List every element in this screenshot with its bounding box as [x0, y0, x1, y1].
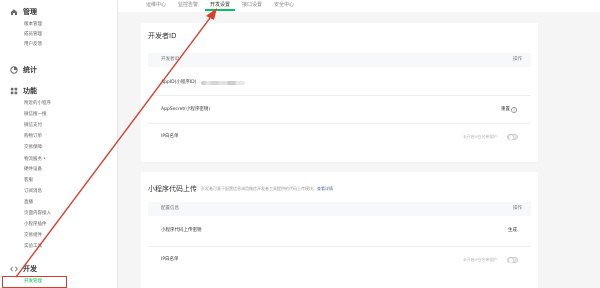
- sidebar-item-search[interactable]: 微信搜一搜: [24, 110, 104, 120]
- sidebar-item-orders[interactable]: 购物订单: [24, 132, 104, 142]
- sidebar-item-pay[interactable]: 微信支付: [24, 121, 104, 131]
- sidebar-item-content[interactable]: 页面内容接入: [24, 209, 104, 219]
- code-icon: [10, 265, 18, 273]
- ip-whitelist-status: 未开启IP白名单保护: [463, 257, 497, 262]
- ip-whitelist-status: 未开启IP白名单保护: [463, 134, 497, 139]
- home-icon: [10, 8, 18, 16]
- developer-id-card: 开发者ID 开发者ID 操作 AppID(小程序ID) AppSecret(小程…: [141, 23, 538, 162]
- sidebar-item-lab[interactable]: 实验工具: [24, 242, 104, 252]
- help-icon[interactable]: ?: [511, 107, 517, 113]
- column-header-right: 操作: [513, 206, 522, 211]
- row-divider: [148, 246, 531, 247]
- tab-ops[interactable]: 运维中心: [146, 0, 166, 12]
- nav-group-manage[interactable]: 管理: [10, 6, 37, 18]
- nav-group-title: 管理: [23, 8, 37, 16]
- toggle-knob: [508, 258, 514, 263]
- ip-whitelist-toggle[interactable]: [507, 257, 518, 263]
- generate-button[interactable]: 生成: [508, 227, 517, 235]
- ip-whitelist-toggle[interactable]: [507, 134, 518, 140]
- highlight-box: [2, 276, 67, 288]
- appid-label: AppID(小程序ID): [161, 80, 197, 85]
- nav-group-function[interactable]: 功能: [10, 85, 37, 97]
- sidebar: 管理 版本管理 成员管理 用户反馈 统计 功能 附近的小程序 微信搜一搜 微信支…: [0, 0, 118, 288]
- sidebar-item-trade[interactable]: 交易组件: [24, 231, 104, 241]
- table-header: 开发者ID 操作: [148, 53, 531, 67]
- upload-key-label: 小程序代码上传密钥: [161, 228, 202, 233]
- sidebar-item-version[interactable]: 版本管理: [24, 20, 104, 30]
- tab-api-settings[interactable]: 接口设置: [242, 0, 262, 12]
- nav-group-dev[interactable]: 开发: [10, 263, 37, 275]
- view-details-link[interactable]: 查看详情: [317, 186, 333, 191]
- nav-group-title: 开发: [23, 265, 37, 273]
- reset-button[interactable]: 重置: [501, 106, 510, 114]
- code-upload-card: 小程序代码上传 开发者可基于配置信息调用微信开发者工具提供的代码上传模块。查看详…: [141, 172, 538, 288]
- card-title: 开发者ID: [148, 32, 177, 40]
- ip-whitelist-label: IP白名单: [161, 134, 179, 139]
- tab-security[interactable]: 安全中心: [274, 0, 294, 12]
- function-icon: [10, 87, 18, 95]
- sidebar-item-nearby[interactable]: 附近的小程序: [24, 99, 104, 109]
- sidebar-item-logistics[interactable]: 物流服务•: [24, 154, 104, 164]
- sidebar-item-members[interactable]: 成员管理: [24, 30, 104, 40]
- sidebar-item-service[interactable]: 客服: [24, 176, 104, 186]
- sidebar-item-live[interactable]: 直播: [24, 198, 104, 208]
- new-badge: •: [43, 156, 46, 162]
- description-text: 开发者可基于配置信息调用微信开发者工具提供的代码上传模块。: [201, 186, 317, 191]
- sidebar-item-hardware[interactable]: 硬件设备: [24, 165, 104, 175]
- card-description: 开发者可基于配置信息调用微信开发者工具提供的代码上传模块。查看详情: [201, 186, 333, 192]
- sidebar-item-feedback[interactable]: 用户反馈: [24, 40, 104, 50]
- sidebar-item-subscribe[interactable]: 订阅消息: [24, 187, 104, 197]
- stats-icon: [10, 66, 18, 74]
- column-header-left: 开发者ID: [161, 57, 180, 62]
- appid-masked-value: [201, 81, 245, 85]
- row-divider: [148, 123, 531, 124]
- table-header: 配置信息 操作: [148, 202, 531, 216]
- row-divider: [148, 95, 531, 96]
- card-title: 小程序代码上传: [148, 185, 197, 193]
- tab-monitor[interactable]: 监控告警: [178, 0, 198, 12]
- top-tabs: 运维中心 监控告警 开发设置 接口设置 安全中心: [118, 0, 600, 12]
- nav-group-stats[interactable]: 统计: [10, 64, 37, 76]
- tab-active-indicator: [205, 9, 235, 11]
- toggle-knob: [508, 135, 514, 140]
- sidebar-item-guarantee[interactable]: 交易保障: [24, 143, 104, 153]
- column-header-left: 配置信息: [161, 206, 179, 211]
- sidebar-item-label: 物流服务: [24, 157, 42, 162]
- appsecret-label: AppSecret(小程序密钥): [161, 107, 211, 112]
- sidebar-item-plugin[interactable]: 小程序插件: [24, 220, 104, 230]
- nav-group-title: 统计: [23, 66, 37, 74]
- column-header-right: 操作: [513, 57, 522, 62]
- ip-whitelist-label: IP白名单: [161, 257, 179, 262]
- nav-group-title: 功能: [23, 87, 37, 95]
